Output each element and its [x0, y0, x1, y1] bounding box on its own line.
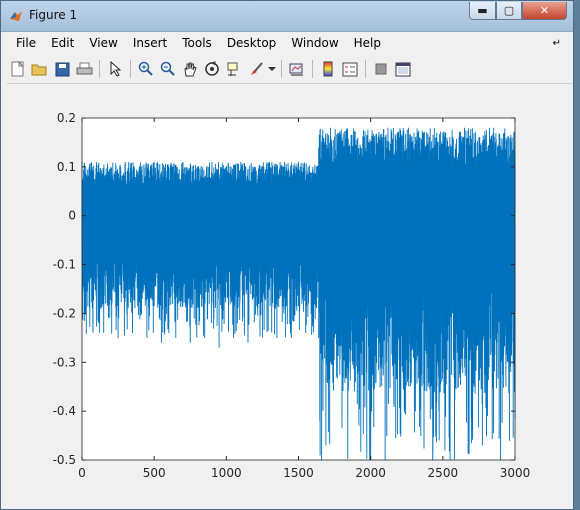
title-bar[interactable]: Figure 1 ▬ ▢ ✕ [1, 1, 573, 32]
y-tick-label: -0.5 [53, 453, 76, 467]
y-tick-label: 0.2 [57, 111, 76, 125]
toolbar-separator [281, 60, 282, 78]
x-tick-label: 2500 [428, 466, 459, 480]
figure-canvas[interactable]: 0 500 1000 1500 2000 2500 3000 0.2 0.1 0 -0.1 -0.2 -… [7, 83, 573, 506]
brush-dropdown-icon[interactable] [267, 58, 277, 80]
colorbar-icon[interactable] [317, 58, 339, 80]
brush-icon[interactable] [245, 58, 267, 80]
x-tick-label: 2000 [355, 466, 386, 480]
data-cursor-icon[interactable] [223, 58, 245, 80]
x-tick-label: 1000 [211, 466, 242, 480]
x-tick-label: 3000 [500, 466, 531, 480]
y-tick-label: -0.4 [53, 404, 76, 418]
toolbar-separator [130, 60, 131, 78]
y-tick-label: 0 [68, 209, 76, 223]
close-icon: ✕ [539, 4, 550, 17]
show-plot-tools-icon[interactable] [392, 58, 414, 80]
legend-icon[interactable] [339, 58, 361, 80]
minimize-icon: ▬ [477, 4, 488, 17]
menu-edit[interactable]: Edit [43, 34, 81, 54]
minimize-button[interactable]: ▬ [469, 2, 496, 20]
menu-desktop[interactable]: Desktop [219, 34, 284, 54]
menu-view[interactable]: View [81, 34, 124, 54]
zoom-out-icon[interactable] [157, 58, 179, 80]
menu-bar: File Edit View Insert Tools Desktop Wind… [8, 34, 388, 54]
menu-file[interactable]: File [8, 34, 43, 54]
arrow-overflow-icon[interactable]: ↵ [553, 38, 561, 49]
toolbar-separator [99, 60, 100, 78]
zoom-in-icon[interactable] [135, 58, 157, 80]
open-file-icon[interactable] [29, 58, 51, 80]
maximize-icon: ▢ [503, 4, 515, 17]
toolbar [7, 57, 414, 81]
print-icon[interactable] [73, 58, 95, 80]
maximize-button[interactable]: ▢ [496, 2, 522, 20]
x-tick-label: 0 [78, 466, 86, 480]
hide-plot-tools-icon[interactable] [370, 58, 392, 80]
pointer-icon[interactable] [104, 58, 126, 80]
close-button[interactable]: ✕ [522, 2, 567, 20]
matlab-logo-icon [10, 11, 22, 21]
y-tick-label: 0.1 [57, 160, 76, 174]
toolbar-separator [312, 60, 313, 78]
menu-help[interactable]: Help [346, 34, 388, 54]
plot-axes[interactable]: 0 500 1000 1500 2000 2500 3000 0.2 0.1 0 -0.1 -0.2 -… [7, 84, 573, 506]
figure-window: Figure 1 ▬ ▢ ✕ File Edit View Insert Too… [0, 0, 574, 510]
new-figure-icon[interactable] [7, 58, 29, 80]
rotate-3d-icon[interactable] [201, 58, 223, 80]
pan-hand-icon[interactable] [179, 58, 201, 80]
save-icon[interactable] [51, 58, 73, 80]
menu-tools[interactable]: Tools [174, 34, 219, 54]
x-tick-label: 1500 [283, 466, 314, 480]
y-tick-label: -0.1 [53, 258, 76, 272]
menu-window[interactable]: Window [283, 34, 345, 54]
menu-insert[interactable]: Insert [125, 34, 174, 54]
window-title: Figure 1 [29, 8, 78, 22]
y-tick-label: -0.2 [53, 306, 76, 320]
x-tick-label: 500 [143, 466, 166, 480]
toolbar-separator [365, 60, 366, 78]
y-tick-label: -0.3 [53, 355, 76, 369]
link-plot-icon[interactable] [286, 58, 308, 80]
